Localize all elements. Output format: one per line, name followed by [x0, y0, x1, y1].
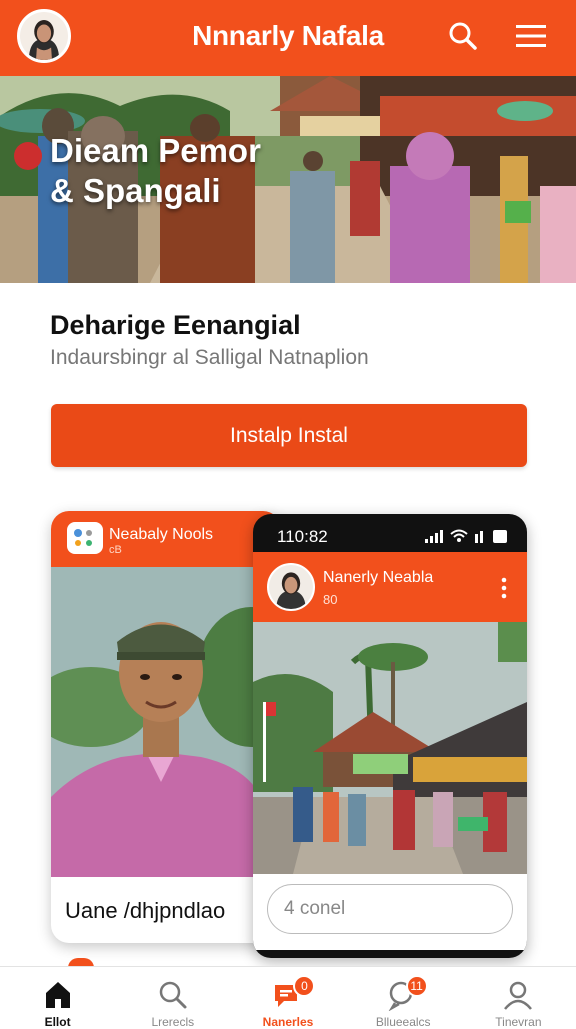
status-bar: 110:82	[253, 514, 527, 552]
more-vertical-icon[interactable]	[499, 576, 509, 600]
nav-label-profile: Tinevran	[495, 1015, 542, 1029]
hero-title: Dieam Pemor & Spangali	[50, 131, 310, 211]
status-time: 110:82	[277, 527, 328, 546]
nav-label-notifications: Bllueealcs	[375, 1015, 431, 1029]
top-app-bar: Nnnarly Nafala	[0, 0, 576, 76]
nav-item-profile[interactable]: Tinevran	[461, 967, 576, 1029]
nav-item-home[interactable]: Ellot	[0, 967, 115, 1029]
search-icon	[449, 22, 477, 50]
card-header: Neabaly Nools cB	[51, 511, 281, 567]
phone-profile-header: Nanerly Neabla 80	[253, 552, 527, 622]
hero-banner[interactable]: Dieam Pemor & Spangali	[0, 76, 576, 283]
card-app-name: Neabaly Nools	[109, 526, 214, 543]
comment-input[interactable]: 4 conel	[267, 884, 513, 934]
profile-meta: 80	[323, 592, 338, 607]
app-logo-icon	[67, 522, 103, 554]
hero-title-line-1: Dieam Pemor	[50, 132, 261, 169]
portrait-photo	[51, 567, 281, 877]
search-button[interactable]	[445, 18, 481, 54]
search-icon	[159, 981, 187, 1009]
section-subtitle: Indaursbingr al Salligal Natnaplion	[50, 346, 369, 369]
card-caption: Uane /dhjpndlao	[65, 898, 226, 923]
phone-input-area: 4 conel	[253, 874, 527, 950]
nav-item-search[interactable]: Lrerecls	[115, 967, 230, 1029]
hero-title-line-2: & Spangali	[50, 172, 221, 209]
profile-avatar[interactable]	[267, 563, 315, 611]
preview-card-left[interactable]: Neabaly Nools cB Uane /dhjpndlao	[51, 511, 281, 943]
status-icons	[425, 529, 507, 543]
avatar[interactable]	[17, 9, 71, 63]
install-button[interactable]: Instalp Instal	[51, 404, 527, 467]
nav-label-search: Lrerecls	[151, 1015, 195, 1029]
market-photo	[253, 622, 527, 874]
phone-preview[interactable]: 110:82 Nanerly Neabla 80 4 conel	[253, 514, 527, 958]
nav-item-messages[interactable]: 0 Nanerles	[230, 967, 345, 1029]
avatar-image	[20, 12, 68, 60]
profile-icon	[504, 981, 533, 1010]
profile-name: Nanerly Neabla	[323, 569, 434, 586]
menu-button[interactable]	[513, 18, 549, 54]
app-title: Nnnarly Nafala	[192, 20, 384, 51]
notifications-badge: 11	[405, 975, 428, 997]
nav-label-messages: Nanerles	[262, 1015, 314, 1029]
bottom-navigation: Ellot Lrerecls 0 Nanerles 11 Bllueealcs …	[0, 966, 576, 1029]
nav-item-notifications[interactable]: 11 Bllueealcs	[346, 967, 461, 1029]
section-title: Deharige Eenangial	[50, 310, 301, 340]
menu-icon	[516, 25, 546, 47]
card-app-meta: cB	[109, 544, 122, 556]
messages-badge: 0	[293, 975, 316, 997]
nav-label-home: Ellot	[44, 1015, 71, 1029]
home-icon	[45, 982, 70, 1008]
